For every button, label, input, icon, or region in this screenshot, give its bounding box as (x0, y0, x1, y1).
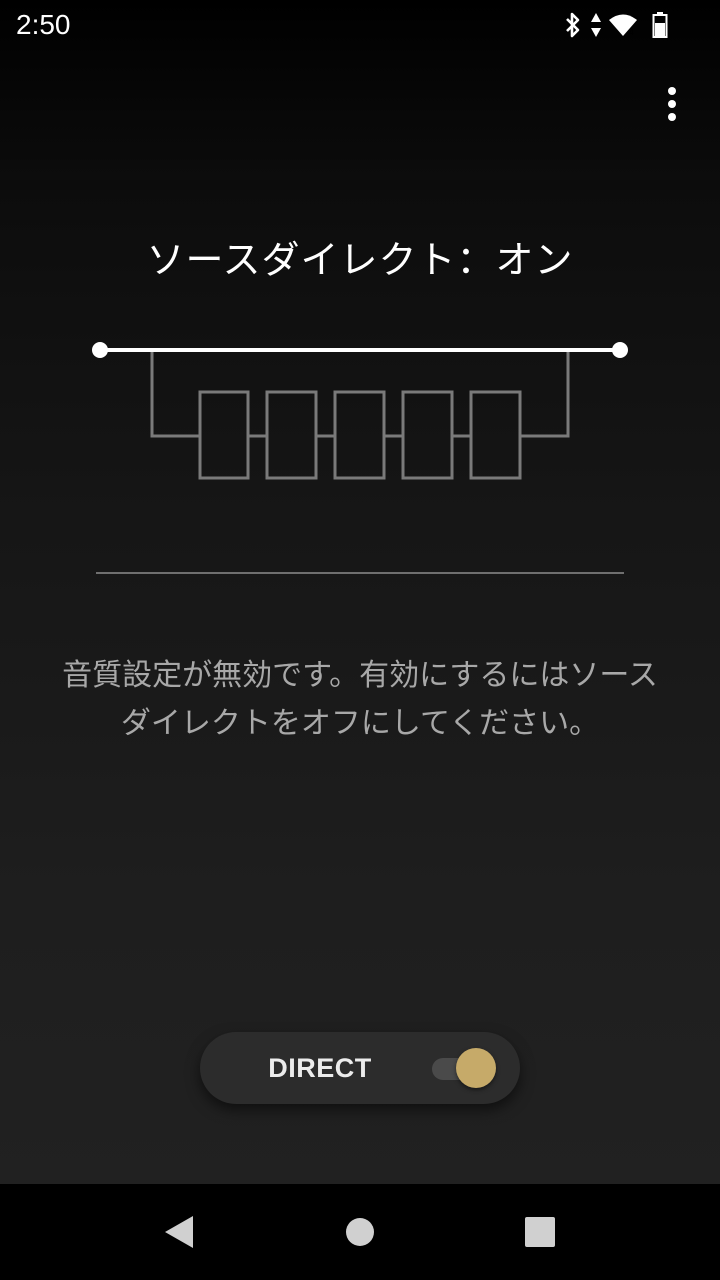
info-message-line-2: ダイレクトをオフにしてください。 (120, 706, 600, 741)
source-direct-diagram (80, 330, 640, 494)
page-title: ソースダイレクト：オン (146, 238, 574, 282)
battery-icon (652, 11, 668, 39)
info-message: 音質設定が無効です。有効にするにはソース ダイレクトをオフにしてください。 (20, 652, 700, 748)
bypass-circuit (150, 350, 570, 480)
divider (96, 572, 624, 574)
direct-label: DIRECT (268, 1053, 372, 1083)
recents-icon (525, 1217, 555, 1247)
switch-thumb (456, 1048, 496, 1088)
status-time: 2:50 (16, 9, 71, 40)
status-bar: 2:50 4 (0, 0, 720, 50)
wifi-icon: 4 (608, 13, 638, 37)
home-icon (346, 1218, 374, 1246)
screen: 2:50 4 ソースダイレクト：オン 音質設定が無効です。有効にするにはソース … (0, 0, 720, 1280)
more-vert-icon (668, 87, 676, 121)
home-button[interactable] (330, 1202, 390, 1262)
more-options-button[interactable] (648, 80, 696, 128)
direct-switch[interactable] (430, 1048, 498, 1088)
status-icons: 4 (562, 10, 668, 40)
svg-text:4: 4 (629, 27, 634, 37)
direct-toggle-button[interactable]: DIRECT (200, 1032, 520, 1104)
navigation-bar (0, 1184, 720, 1280)
input-node (92, 342, 108, 358)
data-arrows-icon (590, 12, 602, 38)
output-node (612, 342, 628, 358)
info-message-line-1: 音質設定が無効です。有効にするにはソース (62, 658, 658, 693)
recents-button[interactable] (510, 1202, 570, 1262)
bluetooth-icon (562, 11, 584, 39)
back-button[interactable] (150, 1202, 210, 1262)
back-icon (165, 1216, 193, 1248)
